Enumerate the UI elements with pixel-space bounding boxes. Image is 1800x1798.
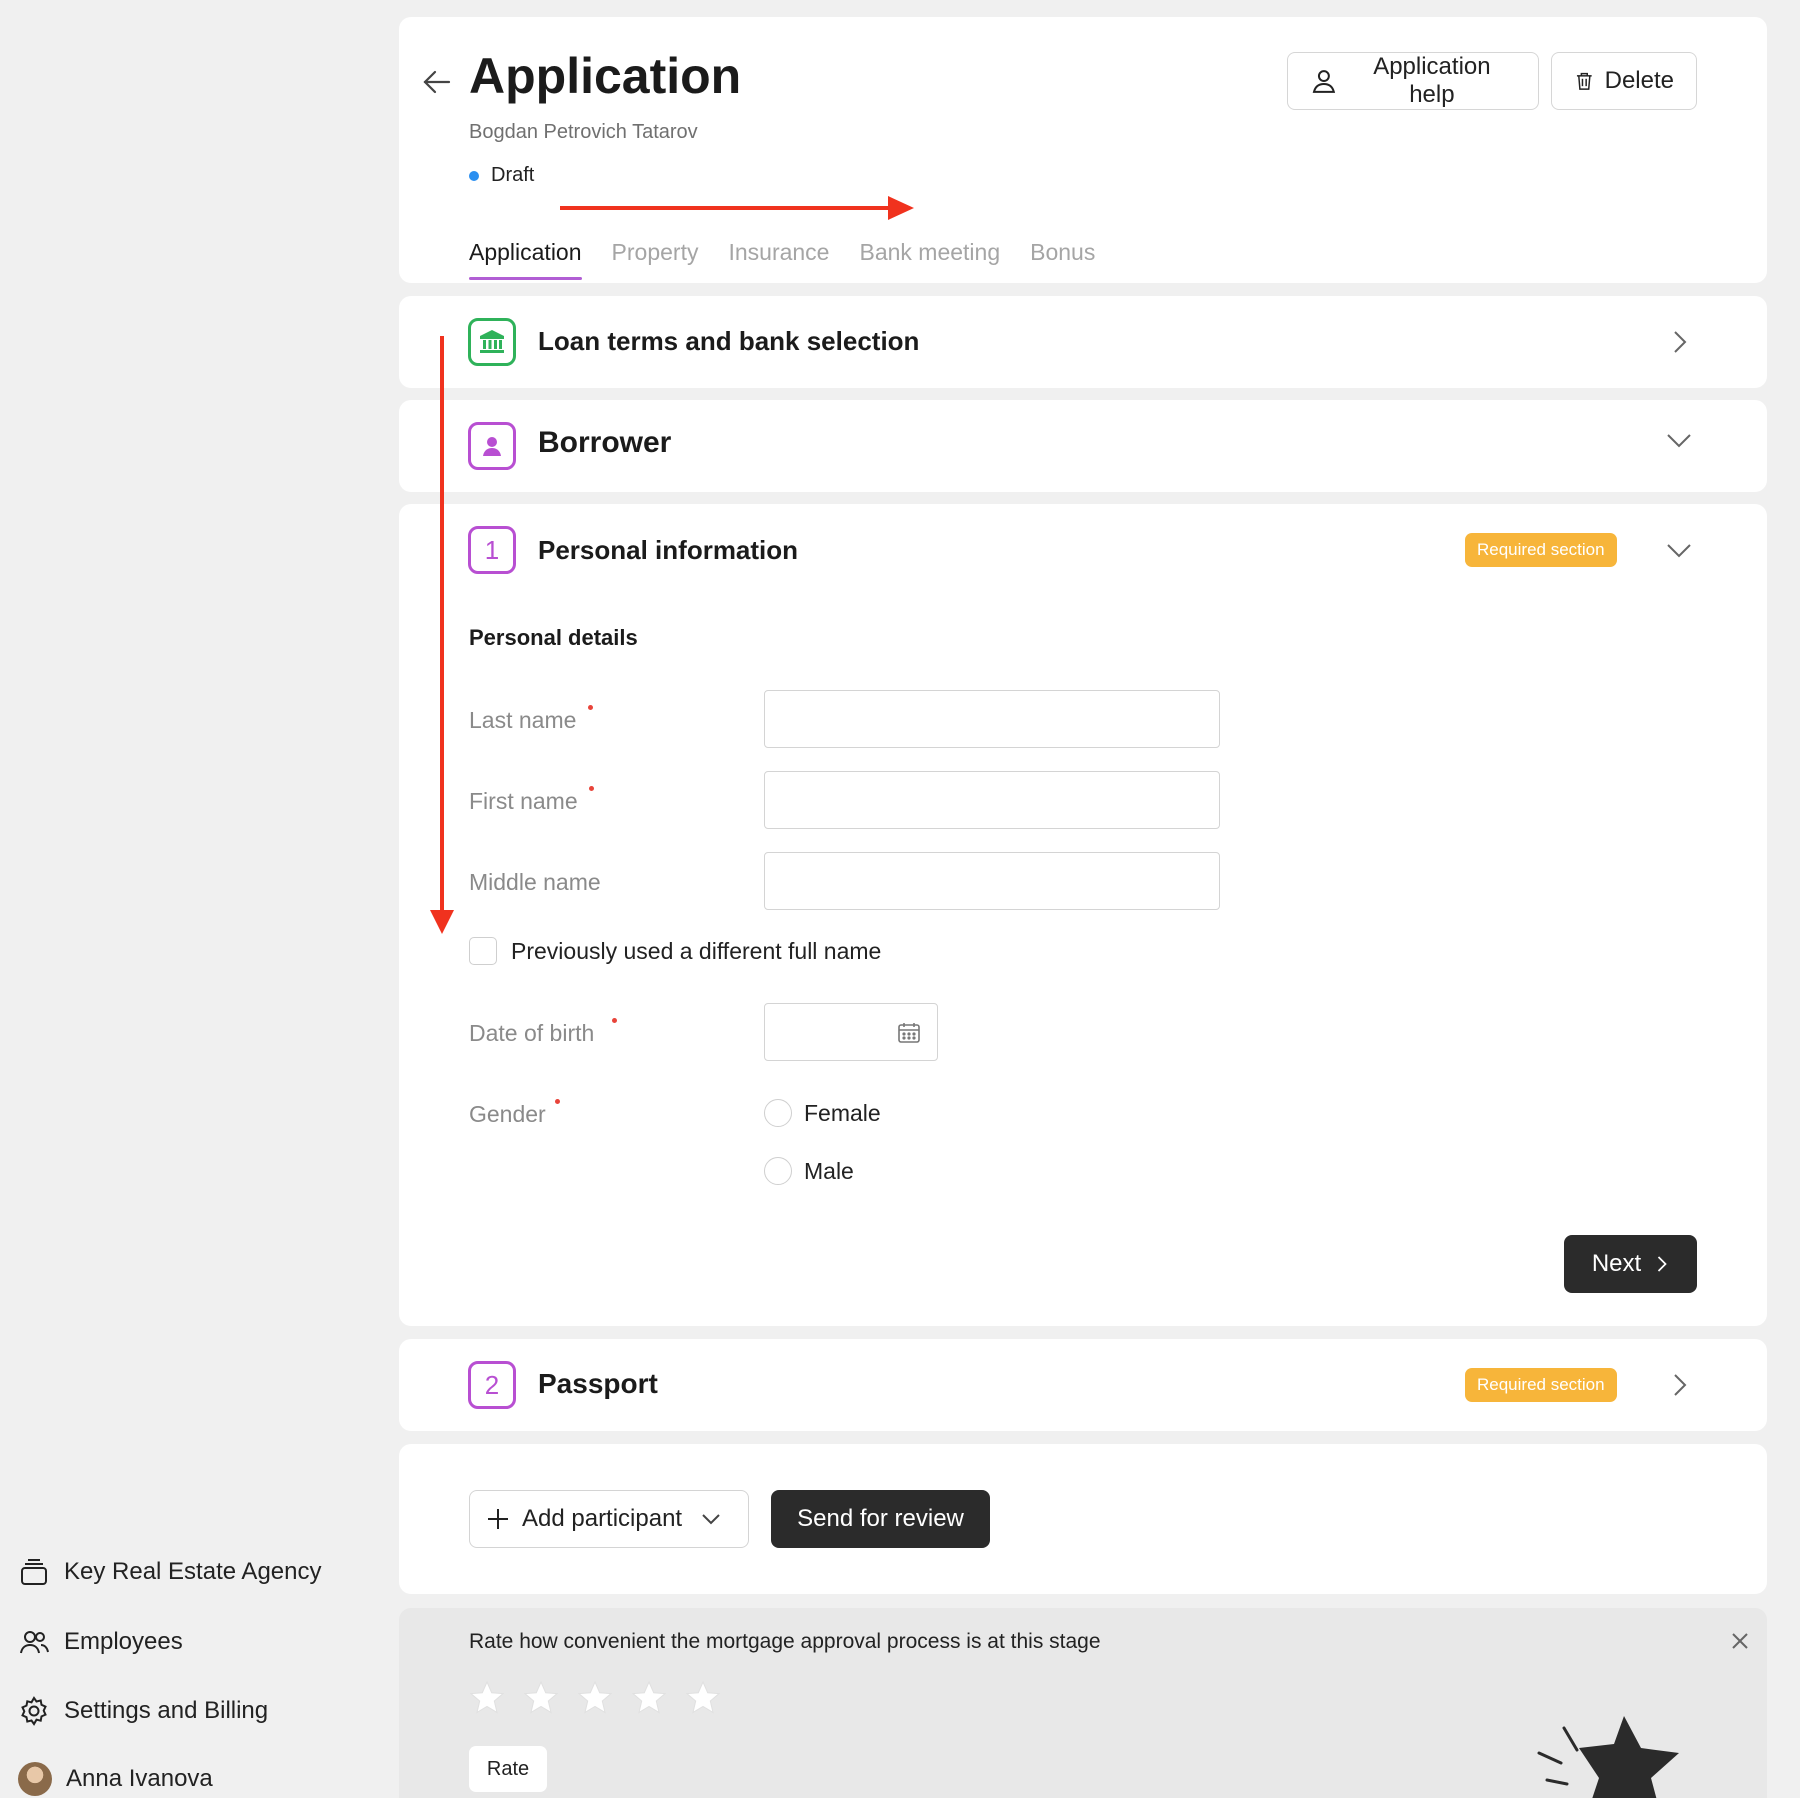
send-for-review-button[interactable]: Send for review xyxy=(771,1490,990,1548)
add-participant-button[interactable]: Add participant xyxy=(469,1490,749,1548)
sidebar-item-label: Settings and Billing xyxy=(64,1697,269,1724)
application-help-button[interactable]: Application help xyxy=(1287,52,1539,110)
checkbox-label: Previously used a different full name xyxy=(511,937,882,964)
application-header: Application Bogdan Petrovich Tatarov Dra… xyxy=(399,17,1767,283)
star-icon[interactable] xyxy=(577,1680,613,1716)
trash-icon xyxy=(1576,72,1592,90)
passport-section[interactable]: 2 Passport Required section xyxy=(399,1339,1767,1431)
sidebar-item-employees[interactable]: Employees xyxy=(18,1626,183,1658)
last-name-field[interactable] xyxy=(764,690,1220,748)
close-icon[interactable] xyxy=(1729,1630,1751,1652)
checkbox[interactable] xyxy=(469,937,497,965)
tab-property[interactable]: Property xyxy=(612,239,699,280)
radio-button[interactable] xyxy=(764,1099,792,1127)
step-number: 1 xyxy=(484,534,500,565)
rating-panel: Rate how convenient the mortgage approva… xyxy=(399,1608,1767,1798)
step-number-icon: 2 xyxy=(468,1361,516,1409)
star-icon[interactable] xyxy=(631,1680,667,1716)
user-icon xyxy=(1312,70,1336,93)
tab-bank-meeting[interactable]: Bank meeting xyxy=(859,239,1000,280)
sidebar-item-label: Employees xyxy=(64,1628,183,1655)
gear-icon xyxy=(21,1696,47,1726)
avatar xyxy=(18,1762,52,1796)
first-name-label: First name xyxy=(469,788,578,814)
sidebar-item-label: Key Real Estate Agency xyxy=(64,1558,322,1585)
star-rating[interactable] xyxy=(469,1680,721,1716)
required-marker xyxy=(588,705,593,710)
delete-label: Delete xyxy=(1604,67,1674,94)
section-title: Personal information xyxy=(538,535,799,565)
chevron-down-icon xyxy=(702,1514,720,1525)
sidebar-item-label: Anna Ivanova xyxy=(66,1765,213,1792)
back-arrow-icon[interactable] xyxy=(419,65,453,99)
star-icon[interactable] xyxy=(523,1680,559,1716)
person-icon xyxy=(468,422,516,470)
office-icon xyxy=(21,1559,47,1585)
status-badge: Draft xyxy=(469,164,534,187)
radio-label: Male xyxy=(804,1157,854,1184)
calendar-icon[interactable] xyxy=(897,1021,921,1045)
borrower-section[interactable]: Borrower xyxy=(399,400,1767,492)
page-title: Application xyxy=(469,48,742,104)
gender-option-female[interactable]: Female xyxy=(764,1099,881,1127)
application-actions: Add participant Send for review xyxy=(399,1444,1767,1594)
next-button[interactable]: Next xyxy=(1564,1235,1697,1293)
gender-option-male[interactable]: Male xyxy=(764,1157,854,1185)
middle-name-label: Middle name xyxy=(469,869,601,895)
sidebar-item-profile[interactable]: Anna Ivanova xyxy=(18,1762,213,1796)
rating-prompt: Rate how convenient the mortgage approva… xyxy=(469,1630,1101,1653)
delete-button[interactable]: Delete xyxy=(1551,52,1697,110)
applicant-name: Bogdan Petrovich Tatarov xyxy=(469,121,698,143)
middle-name-field[interactable] xyxy=(764,852,1220,910)
last-name-label: Last name xyxy=(469,707,577,733)
chevron-right-icon[interactable] xyxy=(1666,1372,1692,1398)
tab-application[interactable]: Application xyxy=(469,239,582,280)
chevron-down-icon[interactable] xyxy=(1666,537,1692,563)
required-marker xyxy=(589,786,594,791)
bank-icon xyxy=(468,318,516,366)
radio-button[interactable] xyxy=(764,1157,792,1185)
chevron-down-icon[interactable] xyxy=(1666,427,1692,453)
plus-icon xyxy=(488,1509,508,1529)
rate-button[interactable]: Rate xyxy=(469,1746,547,1792)
chevron-right-icon[interactable] xyxy=(1666,329,1692,355)
section-title: Passport xyxy=(538,1368,658,1399)
star-illustration-icon xyxy=(1537,1716,1679,1798)
required-section-badge: Required section xyxy=(1465,533,1617,567)
gender-label: Gender xyxy=(469,1101,546,1127)
personal-information-section: 1 Personal information Required section … xyxy=(399,504,1767,1326)
section-title: Borrower xyxy=(538,426,672,459)
required-marker xyxy=(555,1099,560,1104)
different-name-checkbox[interactable]: Previously used a different full name xyxy=(469,937,881,965)
tab-bar: Application Property Insurance Bank meet… xyxy=(469,239,1095,280)
add-participant-label: Add participant xyxy=(522,1505,683,1532)
personal-details-heading: Personal details xyxy=(469,625,638,650)
chevron-right-icon xyxy=(1658,1256,1667,1272)
step-number: 2 xyxy=(484,1369,500,1400)
next-label: Next xyxy=(1591,1250,1642,1277)
application-help-label: Application help xyxy=(1373,53,1491,108)
sidebar-item-agency[interactable]: Key Real Estate Agency xyxy=(18,1556,321,1588)
date-of-birth-field[interactable] xyxy=(764,1003,938,1061)
section-title: Loan terms and bank selection xyxy=(538,326,920,356)
radio-label: Female xyxy=(804,1099,881,1126)
tab-bonus[interactable]: Bonus xyxy=(1030,239,1095,280)
loan-terms-section[interactable]: Loan terms and bank selection xyxy=(399,296,1767,388)
required-section-badge: Required section xyxy=(1465,1368,1617,1402)
status-dot xyxy=(469,170,479,181)
step-number-icon: 1 xyxy=(468,526,516,574)
star-icon[interactable] xyxy=(685,1680,721,1716)
sidebar-item-settings[interactable]: Settings and Billing xyxy=(18,1695,268,1727)
users-icon xyxy=(20,1631,49,1654)
tab-insurance[interactable]: Insurance xyxy=(728,239,829,280)
required-marker xyxy=(612,1018,617,1023)
first-name-field[interactable] xyxy=(764,771,1220,829)
status-label: Draft xyxy=(491,164,535,186)
date-of-birth-label: Date of birth xyxy=(469,1020,595,1046)
star-icon[interactable] xyxy=(469,1680,505,1716)
